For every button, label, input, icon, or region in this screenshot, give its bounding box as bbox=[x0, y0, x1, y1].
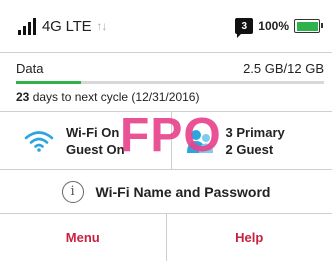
info-icon: i bbox=[61, 180, 84, 203]
data-label: Data bbox=[16, 61, 44, 76]
network-type: 4G LTE bbox=[42, 17, 92, 35]
battery-icon bbox=[294, 19, 323, 33]
guest-devices: 2 Guest bbox=[225, 141, 274, 157]
cycle-days: 23 bbox=[16, 90, 30, 104]
data-usage-bar bbox=[16, 81, 324, 84]
fpo-overlay: FPO bbox=[120, 109, 222, 162]
bottom-bar: Menu Help bbox=[0, 214, 332, 261]
data-usage-bar-fill bbox=[16, 81, 81, 84]
battery-fill bbox=[296, 21, 318, 31]
data-activity-icon: ↑↓ bbox=[96, 19, 107, 33]
wifi-status: Wi-Fi On bbox=[66, 124, 120, 140]
data-usage-panel[interactable]: Data 2.5 GB/12 GB 23 days to next cycle … bbox=[0, 52, 332, 112]
help-button[interactable]: Help bbox=[165, 214, 332, 261]
wifi-name-password-button[interactable]: i Wi-Fi Name and Password bbox=[0, 170, 332, 214]
signal-strength-icon bbox=[18, 17, 36, 35]
data-amount: 2.5 GB/12 GB bbox=[243, 61, 324, 76]
guest-status: Guest On bbox=[66, 141, 125, 157]
menu-button[interactable]: Menu bbox=[0, 214, 166, 261]
primary-devices: 3 Primary bbox=[225, 124, 285, 140]
message-count: 3 bbox=[241, 20, 248, 32]
battery-percent: 100% bbox=[258, 19, 289, 33]
wifi-name-password-label: Wi-Fi Name and Password bbox=[95, 183, 271, 200]
cycle-text: days to next cycle (12/31/2016) bbox=[29, 90, 200, 104]
wifi-icon bbox=[24, 130, 54, 152]
status-bar: 4G LTE ↑↓ 3 100% bbox=[0, 0, 332, 52]
message-icon[interactable]: 3 bbox=[235, 18, 254, 38]
cycle-info: 23 days to next cycle (12/31/2016) bbox=[16, 90, 324, 104]
